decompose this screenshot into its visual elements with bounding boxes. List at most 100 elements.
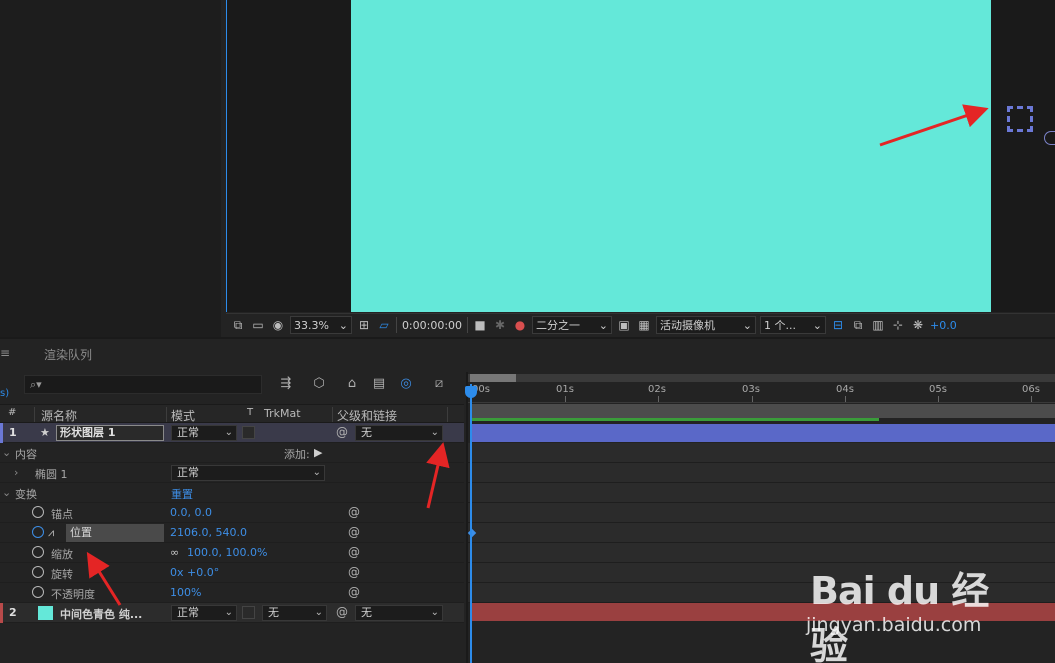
snapshot-camera-icon[interactable]: ■ (472, 317, 488, 333)
add-play-icon[interactable]: ▶ (314, 446, 322, 459)
safe-margins-icon[interactable]: ⊞ (356, 317, 372, 333)
panel-menu-icon[interactable]: ≡ (0, 346, 10, 360)
expression-pick-whip-icon[interactable]: @ (348, 545, 360, 559)
comp-flowchart-icon[interactable]: ⌂ (343, 376, 361, 394)
property-position[interactable]: ⩘ 位置 2106.0, 540.0 @ (0, 523, 464, 543)
motion-blur-icon[interactable]: ◎ (397, 376, 415, 394)
time-navigator[interactable] (468, 374, 1055, 382)
tree-icon[interactable]: ⇶ (277, 376, 295, 394)
ruler-label: 04s (836, 384, 854, 395)
graph-icon[interactable]: ⩘ (48, 526, 54, 540)
resolution-dropdown[interactable]: 二分之一 ⌄ (532, 316, 612, 334)
layer-row-1[interactable]: 1 ★ 形状图层 1 正常 ⌄ @ 无 ⌄ (0, 423, 464, 443)
position-label: 位置 (66, 524, 164, 542)
parent-dropdown[interactable]: 无 ⌄ (355, 605, 443, 621)
expression-pick-whip-icon[interactable]: @ (348, 585, 360, 599)
shape-layer-edge-handle[interactable] (1044, 131, 1055, 145)
graph-editor-icon[interactable]: ⧄ (430, 376, 448, 394)
column-mode[interactable]: 模式 (171, 407, 195, 424)
preserve-transparency-checkbox[interactable] (242, 426, 255, 439)
stopwatch-icon[interactable] (32, 506, 44, 518)
blend-mode-dropdown[interactable]: 正常 ⌄ (171, 605, 237, 621)
ellipse-blend-dropdown[interactable]: 正常 ⌄ (171, 465, 325, 481)
pick-whip-icon[interactable]: @ (336, 605, 348, 619)
property-anchor-point[interactable]: 锚点 0.0, 0.0 @ (0, 503, 464, 523)
expression-pick-whip-icon[interactable]: @ (348, 525, 360, 539)
stopwatch-icon[interactable] (32, 546, 44, 558)
property-contents[interactable]: ⌄ 内容 添加: ▶ (0, 443, 464, 463)
monitor-icon[interactable]: ▭ (250, 317, 266, 333)
tab-render-queue[interactable]: 渲染队列 (44, 346, 92, 363)
flowchart-icon[interactable]: ⊹ (890, 317, 906, 333)
fast-preview-icon[interactable]: ⧉ (850, 317, 866, 333)
layer-column-headers: # 源名称 模式 T TrkMat 父级和链接 (0, 404, 464, 423)
show-snapshot-icon[interactable]: ✱ (492, 317, 508, 333)
exposure-value[interactable]: +0.0 (930, 319, 957, 332)
opacity-value[interactable]: 100% (170, 586, 201, 599)
column-t[interactable]: T (247, 407, 253, 418)
twirl-right-icon[interactable]: › (14, 466, 18, 479)
constrain-proportions-icon[interactable]: ∞ (170, 546, 179, 559)
column-divider (166, 407, 167, 422)
expression-pick-whip-icon[interactable]: @ (348, 565, 360, 579)
property-scale[interactable]: 缩放 ∞ 100.0, 100.0% @ (0, 543, 464, 563)
region-icon[interactable]: ▣ (616, 317, 632, 333)
stopwatch-active-icon[interactable] (32, 526, 44, 538)
chevron-down-icon: ⌄ (430, 607, 439, 618)
twirl-down-icon[interactable]: ⌄ (2, 446, 11, 459)
always-preview-icon[interactable]: ⧉ (230, 317, 246, 333)
preserve-transparency-checkbox[interactable] (242, 606, 255, 619)
layer-label-color[interactable] (0, 603, 3, 623)
add-label[interactable]: 添加: (284, 446, 310, 462)
stopwatch-icon[interactable] (32, 566, 44, 578)
mask-visibility-icon[interactable]: ◉ (270, 317, 286, 333)
shape-layer-bounding-box[interactable] (1007, 106, 1033, 132)
column-number[interactable]: # (8, 407, 16, 418)
work-area-bar[interactable] (470, 404, 1055, 418)
reset-link[interactable]: 重置 (171, 486, 193, 502)
chevron-down-icon: ⌄ (742, 318, 752, 332)
position-value[interactable]: 2106.0, 540.0 (170, 526, 247, 539)
stopwatch-icon[interactable] (32, 586, 44, 598)
layer-search-input[interactable]: ⌕▾ (24, 375, 262, 394)
blend-mode-dropdown[interactable]: 正常 ⌄ (171, 425, 237, 441)
layer-label-color[interactable] (0, 423, 3, 443)
composition-canvas[interactable] (351, 0, 991, 312)
property-opacity[interactable]: 不透明度 100% @ (0, 583, 464, 603)
layer-name[interactable]: 形状图层 1 (56, 425, 164, 441)
color-channels-icon[interactable]: ● (512, 317, 528, 333)
time-navigator-thumb[interactable] (470, 374, 516, 382)
property-rotation[interactable]: 旋转 0x +0.0° @ (0, 563, 464, 583)
twirl-down-icon[interactable]: ⌄ (2, 486, 11, 499)
transparency-grid-icon[interactable]: ▦ (636, 317, 652, 333)
rotation-value[interactable]: 0x +0.0° (170, 566, 219, 579)
3d-cube-icon[interactable]: ⬡ (310, 376, 328, 394)
pick-whip-icon[interactable]: @ (336, 425, 348, 439)
expression-pick-whip-icon[interactable]: @ (348, 505, 360, 519)
timecode[interactable]: 0:00:00:00 (401, 319, 463, 332)
layer-row-2[interactable]: 2 中间色青色 纯... 正常 ⌄ 无 ⌄ @ 无 ⌄ (0, 603, 464, 623)
current-time-indicator[interactable] (470, 384, 472, 663)
parent-dropdown[interactable]: 无 ⌄ (355, 425, 443, 441)
anchor-value[interactable]: 0.0, 0.0 (170, 506, 212, 519)
toggle-pixel-aspect-icon[interactable]: ⊟ (830, 317, 846, 333)
region-of-interest-icon[interactable]: ▱ (376, 317, 392, 333)
column-trkmat[interactable]: TrkMat (264, 407, 301, 420)
frame-blend-icon[interactable]: ▤ (370, 376, 388, 394)
scale-value[interactable]: 100.0, 100.0% (187, 546, 267, 559)
column-source-name[interactable]: 源名称 (41, 407, 77, 424)
current-time-indicator-head[interactable] (465, 386, 477, 398)
property-ellipse[interactable]: › 椭圆 1 正常 ⌄ (0, 463, 464, 483)
property-transform[interactable]: ⌄ 变换 重置 (0, 483, 464, 503)
column-parent[interactable]: 父级和链接 (337, 407, 397, 424)
zoom-dropdown[interactable]: 33.3% ⌄ (290, 316, 352, 334)
trkmat-dropdown[interactable]: 无 ⌄ (262, 605, 327, 621)
views-dropdown[interactable]: 1 个... ⌄ (760, 316, 826, 334)
camera-dropdown[interactable]: 活动摄像机 ⌄ (656, 316, 756, 334)
timeline-icon[interactable]: ▥ (870, 317, 886, 333)
layer-1-duration-bar[interactable] (470, 424, 1055, 442)
layer-name[interactable]: 中间色青色 纯... (60, 606, 142, 622)
ellipse-blend-value: 正常 (177, 466, 199, 479)
reset-exposure-icon[interactable]: ❋ (910, 317, 926, 333)
chevron-down-icon: ⌄ (430, 427, 439, 438)
